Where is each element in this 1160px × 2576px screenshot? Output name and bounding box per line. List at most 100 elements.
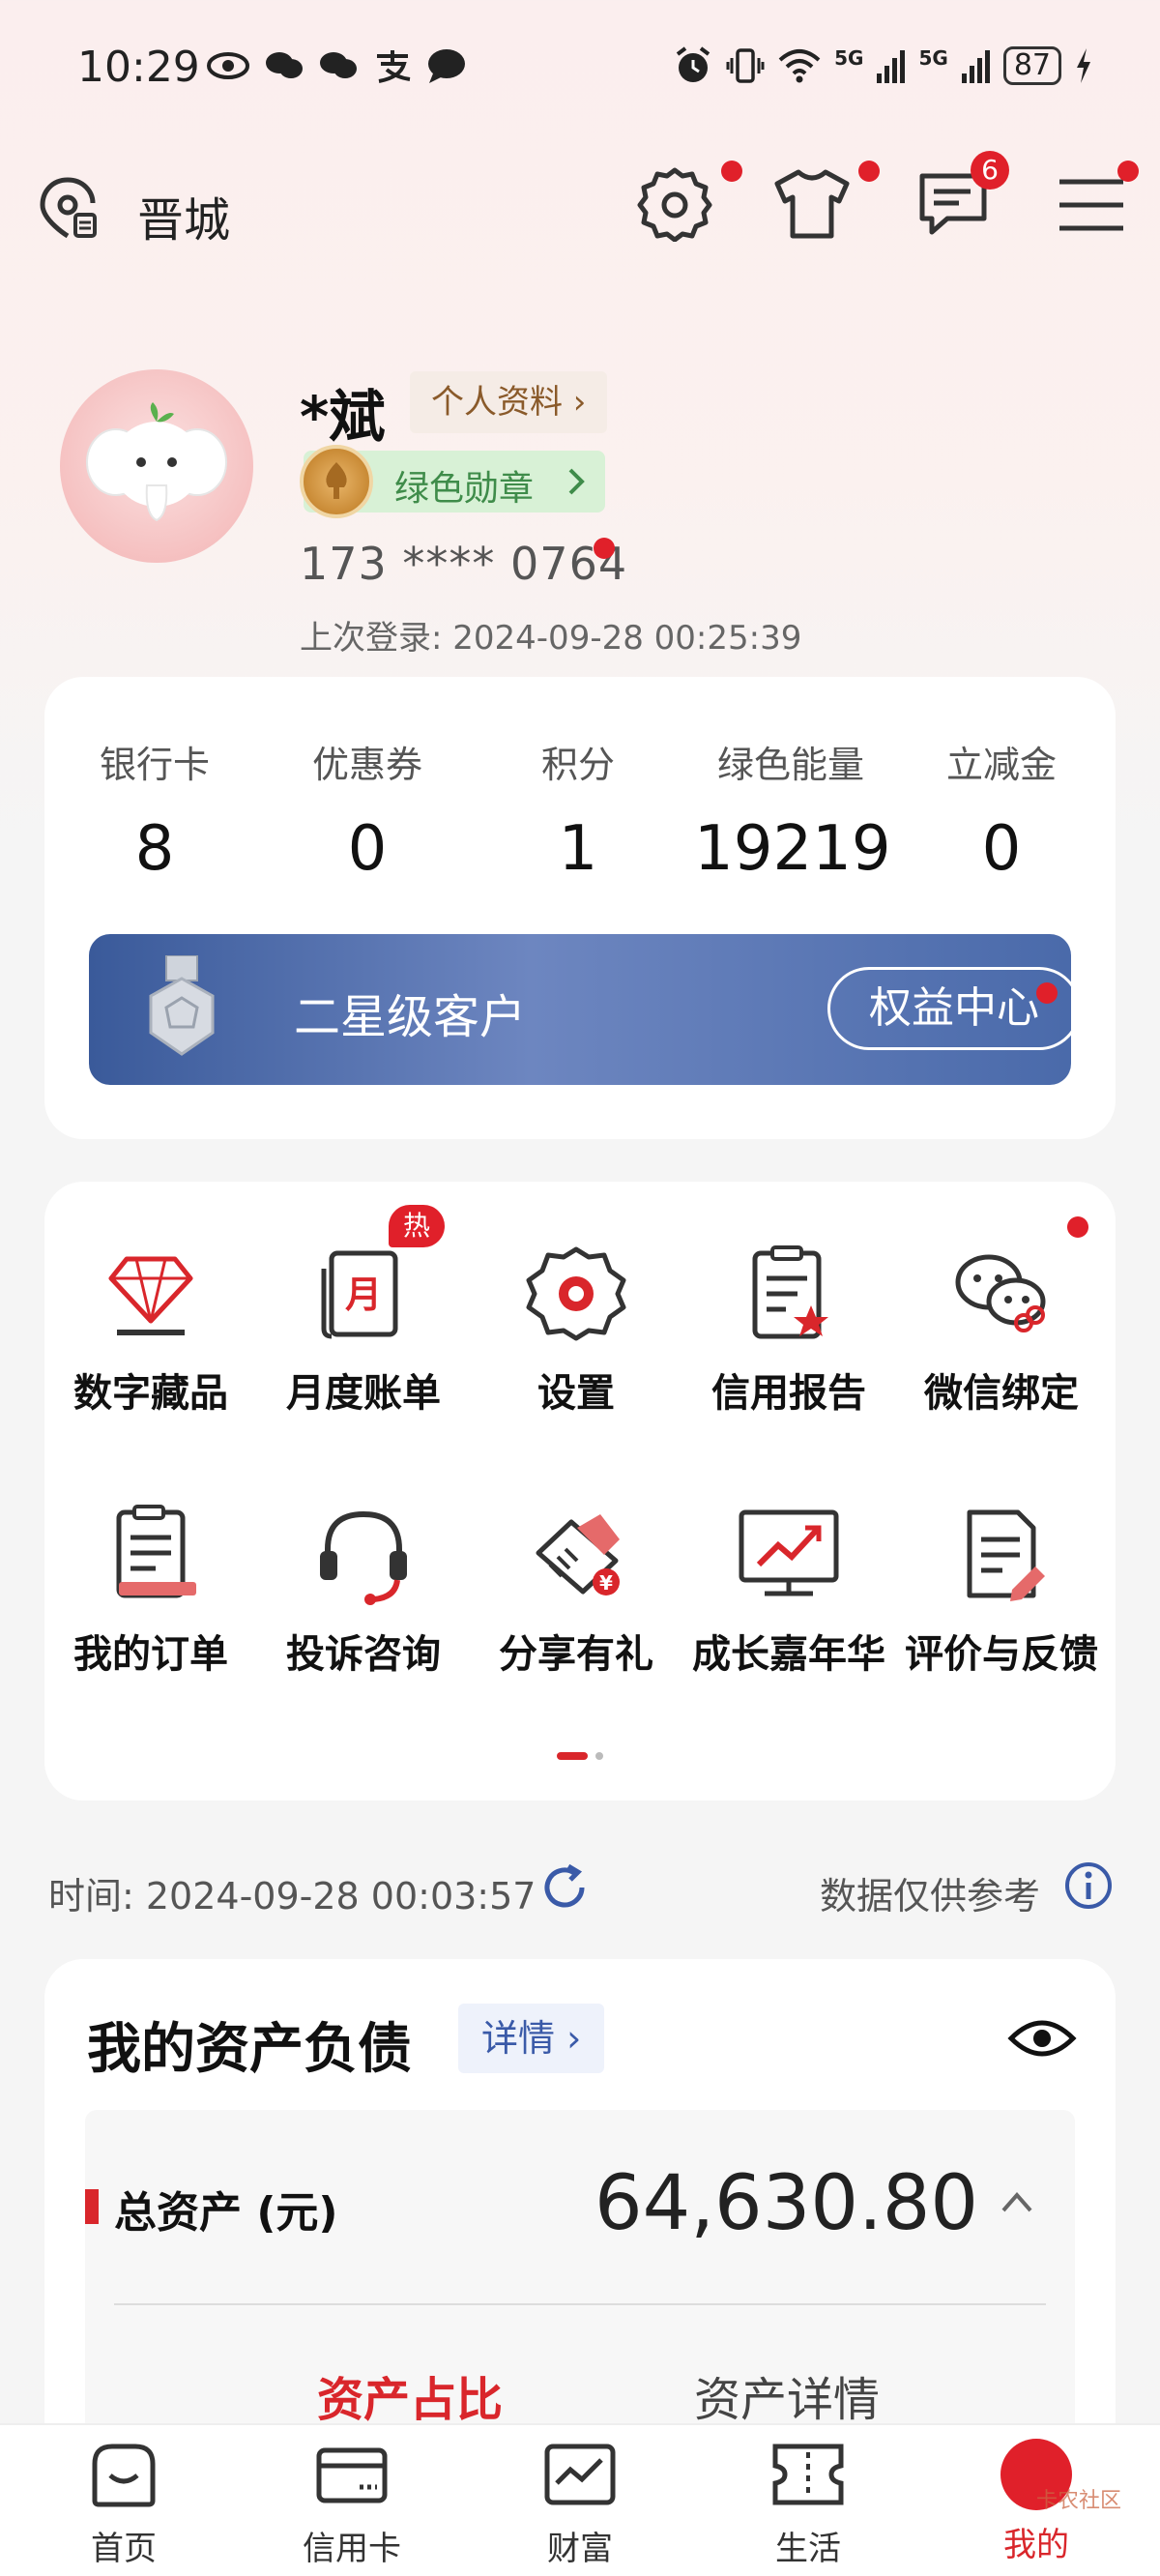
nav-label: 生活 <box>775 2530 841 2568</box>
eye-notification-icon <box>207 52 249 79</box>
page-dot-active <box>557 1752 588 1760</box>
nav-life[interactable]: 生活 <box>731 2439 885 2569</box>
status-bar: 10:29 5G 5G 87 <box>0 0 1160 145</box>
credit-card-icon <box>316 2447 388 2503</box>
assets-title: 我的资产负债 <box>87 2018 412 2081</box>
headset-icon <box>320 1510 407 1605</box>
stat-label: 银行卡 <box>99 744 210 786</box>
func-label: 成长嘉年华 <box>692 1632 885 1677</box>
elephant-mascot-icon <box>86 402 227 522</box>
func-label: 微信绑定 <box>924 1371 1079 1416</box>
messages-button[interactable]: 6 <box>914 151 1009 242</box>
eye-visibility-icon[interactable] <box>1007 2009 1077 2067</box>
diamond-icon <box>108 1256 193 1335</box>
ticket-icon <box>772 2444 844 2505</box>
nav-wealth[interactable]: 财富 <box>503 2439 657 2569</box>
menu-red-dot <box>1117 161 1139 182</box>
tab-asset-details[interactable]: 资产详情 <box>694 2361 880 2429</box>
chevron-up-icon[interactable] <box>998 2187 1036 2216</box>
signal-icon-2 <box>961 48 990 83</box>
share-gift-icon: ¥ <box>536 1514 620 1595</box>
settings-red-dot <box>721 161 742 182</box>
func-complaint-consult[interactable]: 投诉咨询 <box>257 1501 470 1679</box>
message-notification-icon <box>428 49 465 83</box>
refresh-icon[interactable] <box>537 1860 592 1915</box>
func-label: 评价与反馈 <box>905 1632 1098 1677</box>
assets-detail-button[interactable]: 详情 › <box>458 2004 605 2073</box>
rights-red-dot <box>1036 982 1058 1004</box>
tab-asset-ratio[interactable]: 资产占比 <box>317 2361 503 2429</box>
svg-text:月: 月 <box>345 1273 382 1316</box>
silver-medal-icon <box>149 955 215 1056</box>
phone-number: 173 **** 0764 <box>300 538 628 590</box>
func-label: 设置 <box>537 1371 615 1416</box>
credit-report-icon <box>752 1245 828 1339</box>
home-icon <box>92 2444 156 2507</box>
svg-text:¥: ¥ <box>599 1571 613 1595</box>
profile-link-button[interactable]: 个人资料 › <box>410 371 608 433</box>
current-city[interactable]: 晋城 <box>137 182 230 249</box>
func-settings[interactable]: 设置 <box>470 1240 682 1418</box>
func-label: 月度账单 <box>286 1371 441 1416</box>
chevron-right-icon <box>568 468 585 495</box>
func-digital-collectibles[interactable]: 数字藏品 <box>44 1240 257 1418</box>
wechat-link-icon <box>955 1254 1046 1332</box>
stat-coupons[interactable]: 优惠券 0 <box>271 735 464 885</box>
stat-label: 优惠券 <box>311 744 422 786</box>
gear-icon <box>637 167 712 243</box>
alarm-icon <box>676 46 710 82</box>
customer-tier-banner[interactable]: 二星级客户 权益中心 <box>89 934 1071 1085</box>
func-review-feedback[interactable]: 评价与反馈 <box>895 1501 1108 1679</box>
message-count-badge: 6 <box>971 151 1009 190</box>
monthly-bill-icon: 月 <box>321 1250 398 1339</box>
network-label-2: 5G <box>918 46 948 70</box>
func-monthly-bill[interactable]: 月 月度账单 热 <box>257 1205 470 1418</box>
vibrate-icon <box>726 48 765 83</box>
green-medal-icon <box>300 445 373 518</box>
wechat-red-dot <box>1067 1216 1088 1238</box>
stat-value: 0 <box>347 813 388 885</box>
wifi-icon <box>778 49 821 83</box>
nav-home[interactable]: 首页 <box>46 2439 201 2569</box>
avatar[interactable] <box>60 369 253 563</box>
nav-credit-card[interactable]: 信用卡 <box>275 2439 429 2569</box>
location-pin-icon[interactable] <box>39 174 101 242</box>
func-my-orders[interactable]: 我的订单 <box>44 1501 257 1679</box>
nav-label: 我的 <box>1003 2526 1069 2564</box>
skin-button[interactable] <box>773 161 880 242</box>
settings-button[interactable] <box>636 161 742 243</box>
func-growth-carnival[interactable]: 成长嘉年华 <box>682 1501 895 1679</box>
func-label: 数字藏品 <box>73 1371 228 1416</box>
wealth-chart-icon <box>544 2444 616 2505</box>
skin-red-dot <box>858 161 880 182</box>
page-dot <box>595 1752 603 1760</box>
phone-red-dot <box>594 538 615 559</box>
func-share-gift[interactable]: ¥ 分享有礼 <box>470 1501 682 1679</box>
func-label: 分享有礼 <box>499 1632 653 1677</box>
nav-label: 信用卡 <box>303 2530 401 2568</box>
menu-button[interactable] <box>1054 161 1139 242</box>
stat-green-energy[interactable]: 绿色能量 19219 <box>694 735 891 885</box>
divider <box>114 2303 1046 2305</box>
charging-icon <box>1077 48 1090 83</box>
func-wechat-binding[interactable]: 微信绑定 <box>895 1216 1108 1418</box>
stat-value: 1 <box>558 813 598 885</box>
tree-icon <box>326 462 347 499</box>
hot-badge: 热 <box>389 1205 445 1247</box>
bottom-nav: 首页 信用卡 财富 生活 我的 卡农社区 <box>0 2423 1160 2576</box>
page-indicator <box>557 1752 603 1760</box>
info-icon[interactable] <box>1063 1860 1114 1911</box>
stat-bank-cards[interactable]: 银行卡 8 <box>58 735 251 885</box>
customer-tier-level: 二星级客户 <box>294 990 527 1044</box>
notification-icons <box>207 48 466 83</box>
func-credit-report[interactable]: 信用报告 <box>682 1240 895 1418</box>
function-grid: 数字藏品 月 月度账单 热 设置 信用报告 微信绑定 我的订单 投诉咨询 ¥ 分… <box>44 1182 1116 1800</box>
stat-label: 立减金 <box>945 744 1057 786</box>
system-status-icons: 5G 5G 87 <box>674 46 1092 85</box>
nav-label: 财富 <box>547 2530 613 2568</box>
stat-points[interactable]: 积分 1 <box>481 735 675 885</box>
signal-icon <box>877 48 906 83</box>
status-time: 10:29 <box>77 43 200 92</box>
rights-center-button[interactable]: 权益中心 <box>827 967 1071 1050</box>
stat-instant-discount[interactable]: 立减金 0 <box>905 735 1098 885</box>
